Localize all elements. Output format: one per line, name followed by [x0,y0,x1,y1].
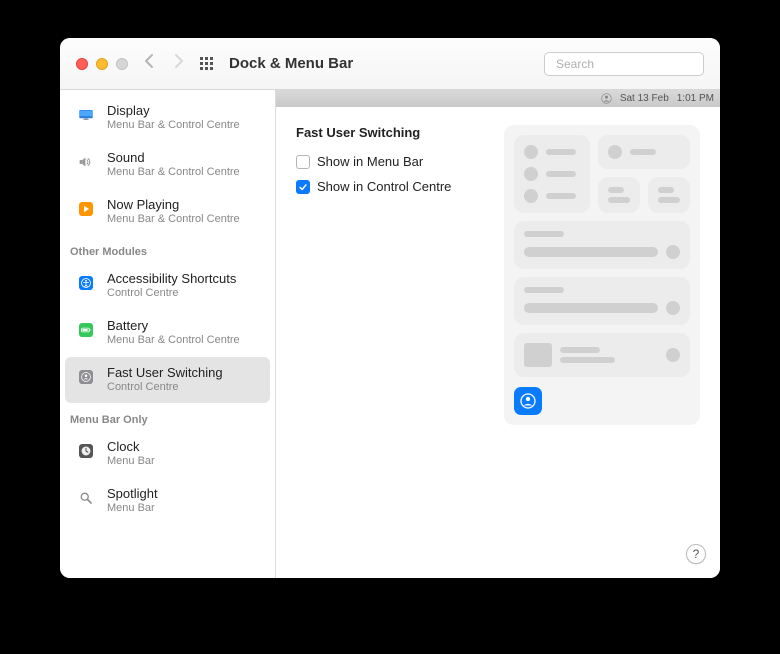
display-icon [75,104,97,126]
sidebar-item-subtitle: Menu Bar & Control Centre [107,334,240,348]
sidebar-item-subtitle: Menu Bar [107,502,158,516]
menubar-date: Sat 13 Feb [620,93,669,104]
settings-heading: Fast User Switching [296,125,486,140]
sidebar-item-display[interactable]: DisplayMenu Bar & Control Centre [65,95,270,141]
cc-card [514,333,690,377]
cc-card [598,177,640,213]
cc-card [648,177,690,213]
window-body: DisplayMenu Bar & Control CentreSoundMen… [60,90,720,578]
sidebar-item-title: Fast User Switching [107,365,223,381]
nav-arrows [144,53,184,74]
titlebar: Dock & Menu Bar [60,38,720,90]
sidebar-item-title: Sound [107,150,240,166]
sidebar-item-subtitle: Menu Bar [107,455,155,469]
user-menu-icon [601,93,612,104]
sidebar-item-title: Display [107,103,240,119]
search-input[interactable] [556,57,711,71]
sidebar-item-title: Battery [107,318,240,334]
show-all-button[interactable] [200,57,213,70]
menubar-preview: Sat 13 Feb 1:01 PM [276,90,720,107]
main-content: Fast User Switching Show in Menu Bar Show… [276,107,720,578]
sidebar-item-title: Clock [107,439,155,455]
sidebar-item-sound[interactable]: SoundMenu Bar & Control Centre [65,142,270,188]
sidebar-item-subtitle: Control Centre [107,287,236,301]
sidebar-item-subtitle: Menu Bar & Control Centre [107,119,240,133]
minimize-button[interactable] [96,58,108,70]
option-show-in-menu-bar[interactable]: Show in Menu Bar [296,154,486,169]
sidebar-section-label: Other Modules [60,236,275,262]
main-pane: Sat 13 Feb 1:01 PM Fast User Switching S… [276,90,720,578]
accessibility-icon [75,272,97,294]
option-label: Show in Menu Bar [317,154,423,169]
forward-button[interactable] [174,53,184,74]
close-button[interactable] [76,58,88,70]
sidebar-item-title: Spotlight [107,486,158,502]
back-button[interactable] [144,53,154,74]
battery-icon [75,319,97,341]
users-icon [75,366,97,388]
sidebar-item-battery[interactable]: BatteryMenu Bar & Control Centre [65,310,270,356]
traffic-lights [76,58,128,70]
sidebar-item-title: Now Playing [107,197,240,213]
control-centre-preview [504,125,700,425]
preview-column [504,125,700,560]
checkbox[interactable] [296,180,310,194]
sidebar-item-subtitle: Menu Bar & Control Centre [107,213,240,227]
spotlight-icon [75,487,97,509]
play-icon [75,198,97,220]
sound-icon [75,151,97,173]
option-show-in-control-centre[interactable]: Show in Control Centre [296,179,486,194]
sidebar-section-label: Menu Bar Only [60,404,275,430]
clock-icon [75,440,97,462]
sidebar-item-subtitle: Menu Bar & Control Centre [107,166,240,180]
option-label: Show in Control Centre [317,179,451,194]
cc-card [514,135,590,213]
sidebar-item-title: Accessibility Shortcuts [107,271,236,287]
sidebar-item-spotlight[interactable]: SpotlightMenu Bar [65,478,270,524]
sidebar-item-accessibility-shortcuts[interactable]: Accessibility ShortcutsControl Centre [65,263,270,309]
search-field[interactable] [544,52,704,76]
help-button[interactable]: ? [686,544,706,564]
fast-user-switching-icon [514,387,542,415]
preferences-window: Dock & Menu Bar DisplayMenu Bar & Contro… [60,38,720,578]
sidebar-item-clock[interactable]: ClockMenu Bar [65,431,270,477]
cc-card [514,277,690,325]
cc-card [598,135,690,169]
menubar-time: 1:01 PM [677,93,714,104]
sidebar[interactable]: DisplayMenu Bar & Control CentreSoundMen… [60,90,276,578]
sidebar-item-now-playing[interactable]: Now PlayingMenu Bar & Control Centre [65,189,270,235]
sidebar-item-subtitle: Control Centre [107,381,223,395]
settings-column: Fast User Switching Show in Menu Bar Show… [296,125,486,560]
window-title: Dock & Menu Bar [229,55,353,72]
cc-card [514,221,690,269]
checkbox[interactable] [296,155,310,169]
zoom-button [116,58,128,70]
sidebar-item-fast-user-switching[interactable]: Fast User SwitchingControl Centre [65,357,270,403]
